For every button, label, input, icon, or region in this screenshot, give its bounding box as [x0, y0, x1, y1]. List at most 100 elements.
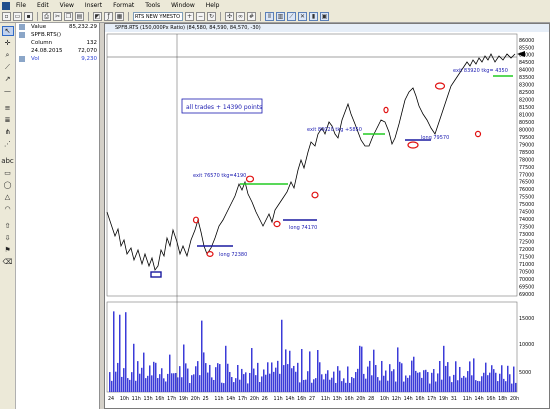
price-axis-tick: 80500 — [519, 120, 534, 126]
candle-chart-icon[interactable]: ▥ — [276, 12, 285, 21]
toolbar-divider — [37, 12, 38, 21]
eraser-tool-icon[interactable]: ⌫ — [2, 257, 14, 267]
indicator-icon[interactable]: ƒ — [104, 12, 113, 21]
volume-axis-tick: 10000 — [519, 342, 534, 348]
refresh-icon[interactable]: ↻ — [207, 12, 216, 21]
volume-bar — [183, 344, 185, 392]
volume-bar — [223, 383, 225, 392]
volume-bar — [513, 366, 515, 392]
menu-window[interactable]: Window — [171, 2, 195, 9]
price-axis-tick: 83500 — [519, 75, 534, 81]
price-axis-tick: 75500 — [519, 195, 534, 201]
volume-bar — [489, 372, 491, 392]
time-axis-tick: 28 — [368, 396, 374, 402]
time-axis-tick: 20h — [356, 396, 365, 402]
menu-insert[interactable]: Insert — [85, 2, 102, 9]
time-axis-tick: 13h — [143, 396, 152, 402]
new-file-icon[interactable]: ▫ — [2, 12, 11, 21]
volume-bar — [363, 373, 365, 392]
volume-bar — [275, 367, 277, 392]
volume-bar — [253, 368, 255, 392]
zoom-out-icon[interactable]: − — [196, 12, 205, 21]
flag-tool-icon[interactable]: ⚑ — [2, 245, 14, 255]
tool-divider — [2, 151, 14, 154]
volume-bar — [337, 366, 339, 392]
gann-fan-tool-icon[interactable]: ⋰ — [2, 139, 14, 149]
table-icon[interactable]: ▦ — [115, 12, 124, 21]
line-chart-icon[interactable]: ⟋ — [287, 12, 296, 21]
sell-arrow-tool-icon[interactable]: ⇩ — [2, 233, 14, 243]
crosshair-icon[interactable]: ✣ — [225, 12, 234, 21]
menu-view[interactable]: View — [60, 2, 74, 9]
symbol-select[interactable]: RTS NEW YMESTO CROSS — [133, 12, 183, 21]
volume-chart-icon[interactable]: ▮ — [309, 12, 318, 21]
volume-bar — [113, 311, 115, 392]
volume-bar — [203, 352, 205, 392]
volume-bar — [497, 381, 499, 392]
bar-chart-icon[interactable]: ⫴ — [265, 12, 274, 21]
ray-tool-icon[interactable]: ↗ — [2, 74, 14, 84]
text-tool-icon[interactable]: abc — [1, 156, 14, 166]
price-line — [106, 53, 516, 271]
volume-bar — [369, 360, 371, 392]
price-axis-tick: 82500 — [519, 90, 534, 96]
volume-bar — [111, 380, 113, 392]
menu-format[interactable]: Format — [113, 2, 134, 9]
paste-icon[interactable]: ▤ — [75, 12, 84, 21]
rectangle-tool-icon[interactable]: ▭ — [2, 168, 14, 178]
volume-bar — [265, 374, 267, 392]
horizontal-line-tool-icon[interactable]: — — [2, 86, 14, 96]
time-axis-tick: 14h — [226, 396, 235, 402]
time-axis-tick: 17h — [427, 396, 436, 402]
time-axis-tick: 16h — [297, 396, 306, 402]
menu-tools[interactable]: Tools — [145, 2, 160, 9]
volume-bar — [467, 371, 469, 392]
pointer-tool-icon[interactable]: ↖ — [1, 26, 14, 36]
chart-window[interactable]: SPFB.RTS (150,000Px Ratio) (84,580, 84,5… — [104, 23, 550, 409]
channel-tool-icon[interactable]: ≡ — [2, 103, 14, 113]
volume-bar — [125, 312, 127, 392]
volume-bar — [409, 375, 411, 392]
menu-file[interactable]: File — [16, 2, 26, 9]
copy-icon[interactable]: ❐ — [64, 12, 73, 21]
pitchfork-tool-icon[interactable]: ⋔ — [2, 127, 14, 137]
volume-bar — [371, 375, 373, 392]
volume-bar — [507, 365, 509, 392]
zoom-in-icon[interactable]: + — [185, 12, 194, 21]
chart-wizard-icon[interactable]: ◩ — [93, 12, 102, 21]
data-row-label: 24.08.2015 — [31, 48, 63, 54]
save-icon[interactable]: ▪ — [24, 12, 33, 21]
fibonacci-tool-icon[interactable]: ≣ — [2, 115, 14, 125]
trade-marker — [407, 141, 419, 149]
menu-help[interactable]: Help — [206, 2, 220, 9]
volume-bar — [287, 364, 289, 392]
binoculars-icon[interactable]: ∞ — [236, 12, 245, 21]
volume-bar — [153, 361, 155, 392]
zoom-tool-icon[interactable]: ⌕ — [2, 50, 14, 60]
grid-icon[interactable]: # — [247, 12, 256, 21]
open-folder-icon[interactable]: ▭ — [13, 12, 22, 21]
point-figure-icon[interactable]: ✕ — [298, 12, 307, 21]
menu-edit[interactable]: Edit — [37, 2, 49, 9]
trade-annotation: long 72380 — [219, 252, 247, 258]
low-marker-box — [150, 271, 162, 278]
volume-bar — [263, 369, 265, 392]
print-icon[interactable]: ⎙ — [42, 12, 51, 21]
trendline-tool-icon[interactable]: ⟋ — [2, 62, 14, 72]
crosshair-tool-icon[interactable]: ✛ — [2, 38, 14, 48]
volume-bar — [227, 363, 229, 392]
ellipse-tool-icon[interactable]: ◯ — [2, 180, 14, 190]
triangle-tool-icon[interactable]: △ — [2, 192, 14, 202]
note-text: all trades + 14390 points — [186, 104, 262, 111]
volume-bar — [127, 378, 129, 392]
time-axis-tick: 16h — [415, 396, 424, 402]
volume-bar — [457, 380, 459, 392]
buy-arrow-tool-icon[interactable]: ⇧ — [2, 221, 14, 231]
arc-tool-icon[interactable]: ◠ — [2, 204, 14, 214]
window-tile-icon[interactable]: ▣ — [320, 12, 329, 21]
cut-icon[interactable]: ✂ — [53, 12, 62, 21]
price-volume-chart[interactable]: 8600085500850008450084000835008300082500… — [105, 24, 550, 409]
volume-bar — [463, 375, 465, 392]
volume-bar — [207, 372, 209, 392]
data-row-icon — [19, 56, 25, 62]
